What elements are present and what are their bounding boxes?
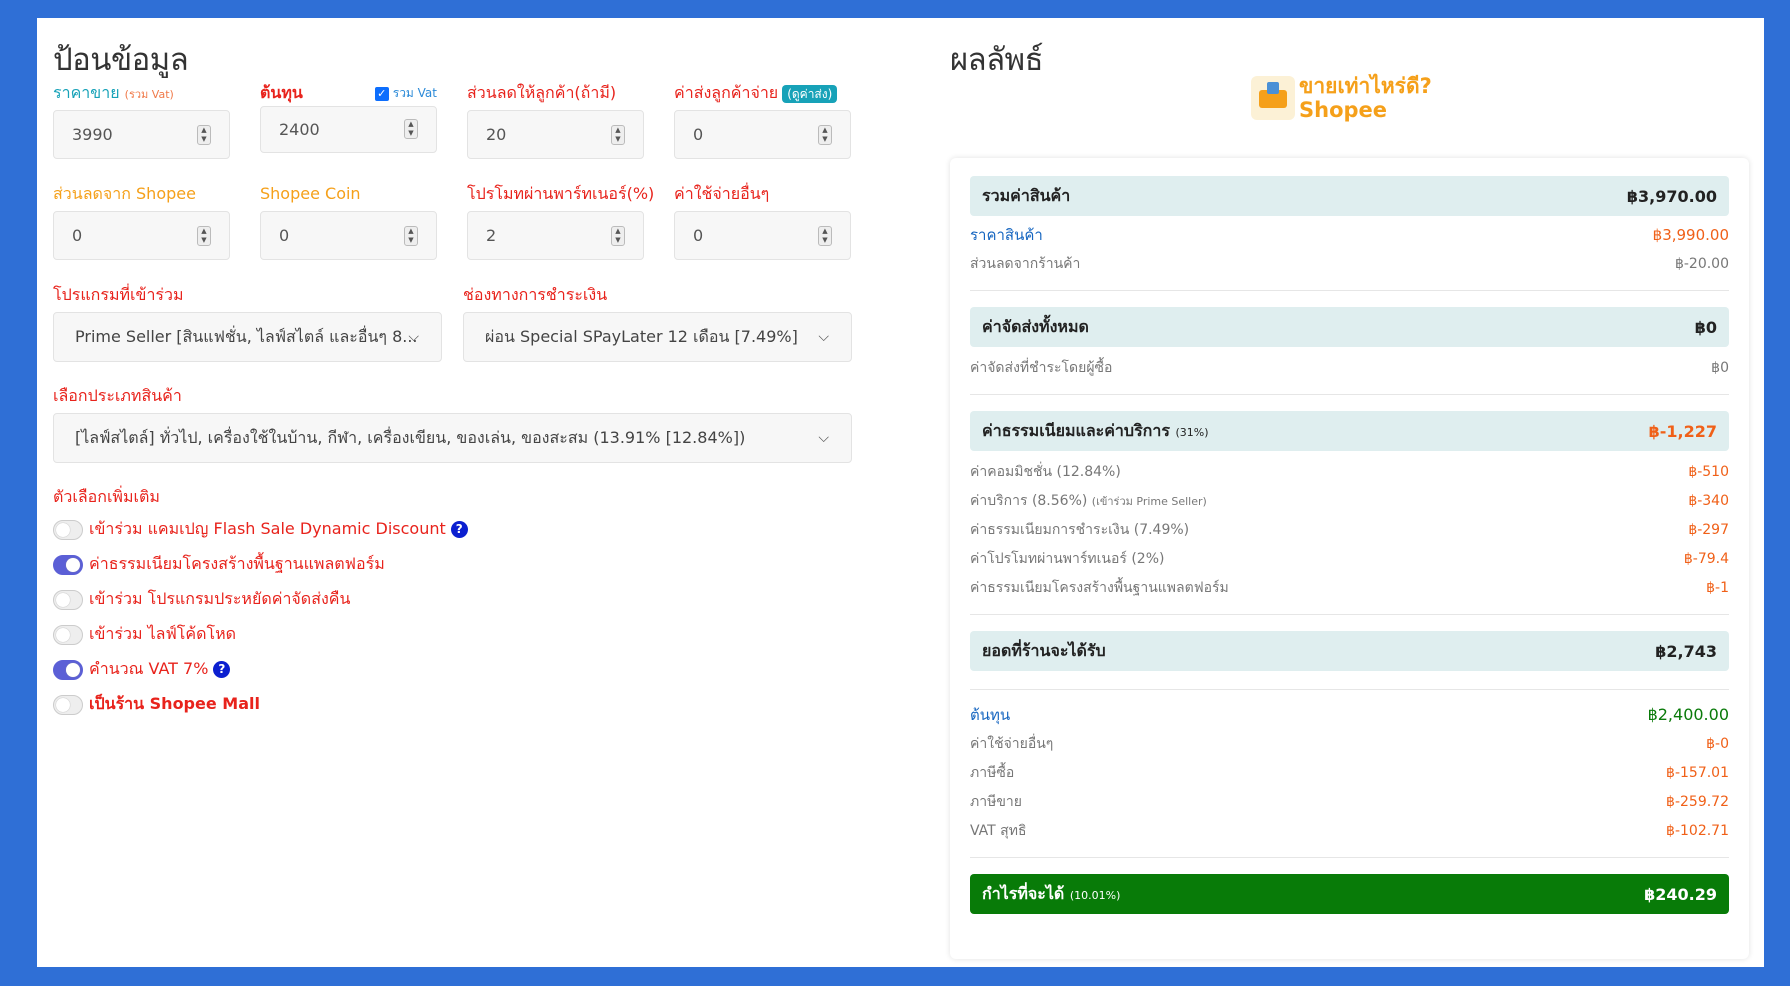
- customer-discount-input[interactable]: 20 ▲ ▼: [467, 110, 644, 159]
- shop-discount-row: ส่วนลดจากร้านค้า ฿-20.00: [970, 255, 1729, 272]
- option-flash-sale[interactable]: เข้าร่วม แคมเปญ Flash Sale Dynamic Disco…: [53, 512, 468, 547]
- result-panel: รวมค่าสินค้า ฿3,970.00 ราคาสินค้า ฿3,990…: [950, 158, 1749, 959]
- brand-logo: ขายเท่าไหร่ดี? Shopee: [1251, 74, 1432, 122]
- cost-item-row: VAT สุทธิ ฿-102.71: [970, 822, 1729, 839]
- toggle-switch[interactable]: [53, 554, 83, 575]
- shopee-coin-input[interactable]: 0 ▲ ▼: [260, 211, 437, 260]
- option-shopee-mall[interactable]: เป็นร้าน Shopee Mall: [53, 687, 468, 722]
- program-label: โปรแกรมที่เข้าร่วม: [53, 285, 184, 304]
- fee-row: ค่าคอมมิชชั่น (12.84%) ฿-510: [970, 463, 1729, 480]
- shipping-total-bar: ค่าจัดส่งทั้งหมด ฿0: [970, 307, 1729, 347]
- other-expense-input[interactable]: 0 ▲ ▼: [674, 211, 851, 260]
- shipping-paid-label: ค่าส่งลูกค้าจ่าย: [674, 83, 779, 102]
- divider: [970, 290, 1729, 291]
- chevron-down-icon: ⌵: [408, 329, 419, 345]
- main-card: ป้อนข้อมูล ราคาขาย (รวม Vat) 3990 ▲ ▼ ต้น…: [37, 18, 1764, 967]
- toggle-switch[interactable]: [53, 519, 83, 540]
- spin-icon[interactable]: ▲ ▼: [818, 125, 832, 145]
- category-label: เลือกประเภทสินค้า: [53, 386, 182, 405]
- cost-item-row: ภาษีซื้อ ฿-157.01: [970, 764, 1729, 781]
- cost-item-row: ภาษีขาย ฿-259.72: [970, 793, 1729, 810]
- fees-bar: ค่าธรรมเนียมและค่าบริการ (31%) ฿-1,227: [970, 411, 1729, 451]
- customer-discount-field: ส่วนลดให้ลูกค้า(ถ้ามี) 20 ▲ ▼: [467, 82, 644, 159]
- shopee-discount-input[interactable]: 0 ▲ ▼: [53, 211, 230, 260]
- option-platform-fee[interactable]: ค่าธรรมเนียมโครงสร้างพื้นฐานแพลตฟอร์ม: [53, 547, 468, 582]
- toggle-switch[interactable]: [53, 624, 83, 645]
- cost-input[interactable]: 2400 ▲ ▼: [260, 106, 437, 153]
- cost-row: ต้นทุน ฿2,400.00: [970, 705, 1729, 724]
- fee-row: ค่าธรรมเนียมการชำระเงิน (7.49%) ฿-297: [970, 521, 1729, 538]
- shipping-paid-input[interactable]: 0 ▲ ▼: [674, 110, 851, 159]
- shopee-coin-label: Shopee Coin: [260, 184, 361, 203]
- fee-row: ค่าบริการ (8.56%) (เข้าร่วม Prime Seller…: [970, 492, 1729, 509]
- options-section: ตัวเลือกเพิ่มเติม เข้าร่วม แคมเปญ Flash …: [53, 486, 468, 722]
- sell-price-label: ราคาขาย: [53, 83, 120, 102]
- result-section: ผลลัพธ์ ขายเท่าไหร่ดี? Shopee รวมค่าสินค…: [950, 34, 1749, 959]
- program-select[interactable]: Prime Seller [สินแฟชั่น, ไลฟ์สไตล์ และอื…: [53, 312, 442, 362]
- shopee-discount-field: ส่วนลดจาก Shopee 0 ▲ ▼: [53, 183, 230, 260]
- option-return-shipping[interactable]: เข้าร่วม โปรแกรมประหยัดค่าจัดส่งคืน: [53, 582, 468, 617]
- spin-icon[interactable]: ▲ ▼: [818, 226, 832, 246]
- sell-price-input[interactable]: 3990 ▲ ▼: [53, 110, 230, 159]
- shipping-buyer-row: ค่าจัดส่งที่ชำระโดยผู้ซื้อ ฿0: [970, 359, 1729, 376]
- divider: [970, 689, 1729, 690]
- toggle-switch[interactable]: [53, 694, 83, 715]
- other-expense-field: ค่าใช้จ่ายอื่นๆ 0 ▲ ▼: [674, 183, 851, 260]
- input-section: ป้อนข้อมูล: [53, 34, 853, 84]
- payment-label: ช่องทางการชำระเงิน: [463, 285, 608, 304]
- divider: [970, 857, 1729, 858]
- divider: [970, 614, 1729, 615]
- shipping-paid-field: ค่าส่งลูกค้าจ่าย (ดูค่าส่ง) 0 ▲ ▼: [674, 82, 851, 159]
- toggle-switch[interactable]: [53, 589, 83, 610]
- total-products-bar: รวมค่าสินค้า ฿3,970.00: [970, 176, 1729, 216]
- options-title: ตัวเลือกเพิ่มเติม: [53, 487, 160, 506]
- sell-price-note: (รวม Vat): [124, 88, 174, 101]
- customer-discount-label: ส่วนลดให้ลูกค้า(ถ้ามี): [467, 83, 617, 102]
- option-live-code[interactable]: เข้าร่วม ไลฟ์โค้ดโหด: [53, 617, 468, 652]
- payment-field: ช่องทางการชำระเงิน ผ่อน Special SPayLate…: [463, 284, 852, 362]
- category-field: เลือกประเภทสินค้า [ไลฟ์สไตล์] ทั่วไป, เค…: [53, 385, 852, 463]
- include-vat-label: รวม Vat: [392, 86, 437, 100]
- view-shipping-link[interactable]: (ดูค่าส่ง): [782, 85, 838, 103]
- fee-row: ค่าโปรโมทผ่านพาร์ทเนอร์ (2%) ฿-79.4: [970, 550, 1729, 567]
- fee-row: ค่าธรรมเนียมโครงสร้างพื้นฐานแพลตฟอร์ม ฿-…: [970, 579, 1729, 596]
- partner-promo-input[interactable]: 2 ▲ ▼: [467, 211, 644, 260]
- toggle-switch[interactable]: [53, 659, 83, 680]
- spin-icon[interactable]: ▲ ▼: [404, 119, 418, 139]
- shopping-cart-icon: [1251, 76, 1295, 120]
- input-title: ป้อนข้อมูล: [53, 42, 189, 78]
- brand-line2: Shopee: [1299, 98, 1388, 122]
- help-icon[interactable]: ?: [450, 521, 468, 538]
- program-field: โปรแกรมที่เข้าร่วม Prime Seller [สินแฟชั…: [53, 284, 442, 362]
- payment-select[interactable]: ผ่อน Special SPayLater 12 เดือน [7.49%] …: [463, 312, 852, 362]
- partner-promo-field: โปรโมทผ่านพาร์ทเนอร์(%) 2 ▲ ▼: [467, 183, 655, 260]
- spin-icon[interactable]: ▲ ▼: [611, 125, 625, 145]
- other-expense-label: ค่าใช้จ่ายอื่นๆ: [674, 184, 770, 203]
- cost-field: ต้นทุน ✓ รวม Vat 2400 ▲ ▼: [260, 82, 437, 153]
- spin-icon[interactable]: ▲ ▼: [197, 125, 211, 145]
- chevron-down-icon: ⌵: [818, 329, 829, 345]
- fee-items-list: ค่าคอมมิชชั่น (12.84%) ฿-510 ค่าบริการ (…: [970, 457, 1729, 602]
- partner-promo-label: โปรโมทผ่านพาร์ทเนอร์(%): [467, 184, 655, 203]
- spin-icon[interactable]: ▲ ▼: [611, 226, 625, 246]
- cost-item-row: ค่าใช้จ่ายอื่นๆ ฿-0: [970, 735, 1729, 752]
- check-icon: ✓: [374, 86, 389, 101]
- include-vat-checkbox[interactable]: ✓ รวม Vat: [374, 84, 437, 103]
- sell-price-field: ราคาขาย (รวม Vat) 3990 ▲ ▼: [53, 82, 230, 159]
- brand-line1: ขายเท่าไหร่ดี?: [1299, 74, 1432, 98]
- spin-icon[interactable]: ▲ ▼: [404, 226, 418, 246]
- category-select[interactable]: [ไลฟ์สไตล์] ทั่วไป, เครื่องใช้ในบ้าน, กี…: [53, 413, 852, 463]
- shopee-coin-field: Shopee Coin 0 ▲ ▼: [260, 183, 437, 260]
- profit-bar: กำไรที่จะได้ (10.01%) ฿240.29: [970, 874, 1729, 914]
- chevron-down-icon: ⌵: [818, 430, 829, 446]
- option-vat[interactable]: คำนวณ VAT 7% ?: [53, 652, 468, 687]
- help-icon[interactable]: ?: [213, 661, 231, 678]
- price-row: ราคาสินค้า ฿3,990.00: [970, 225, 1729, 244]
- shopee-discount-label: ส่วนลดจาก Shopee: [53, 184, 196, 203]
- divider: [970, 394, 1729, 395]
- cost-label: ต้นทุน: [260, 83, 303, 102]
- spin-icon[interactable]: ▲ ▼: [197, 226, 211, 246]
- shop-receives-bar: ยอดที่ร้านจะได้รับ ฿2,743: [970, 631, 1729, 671]
